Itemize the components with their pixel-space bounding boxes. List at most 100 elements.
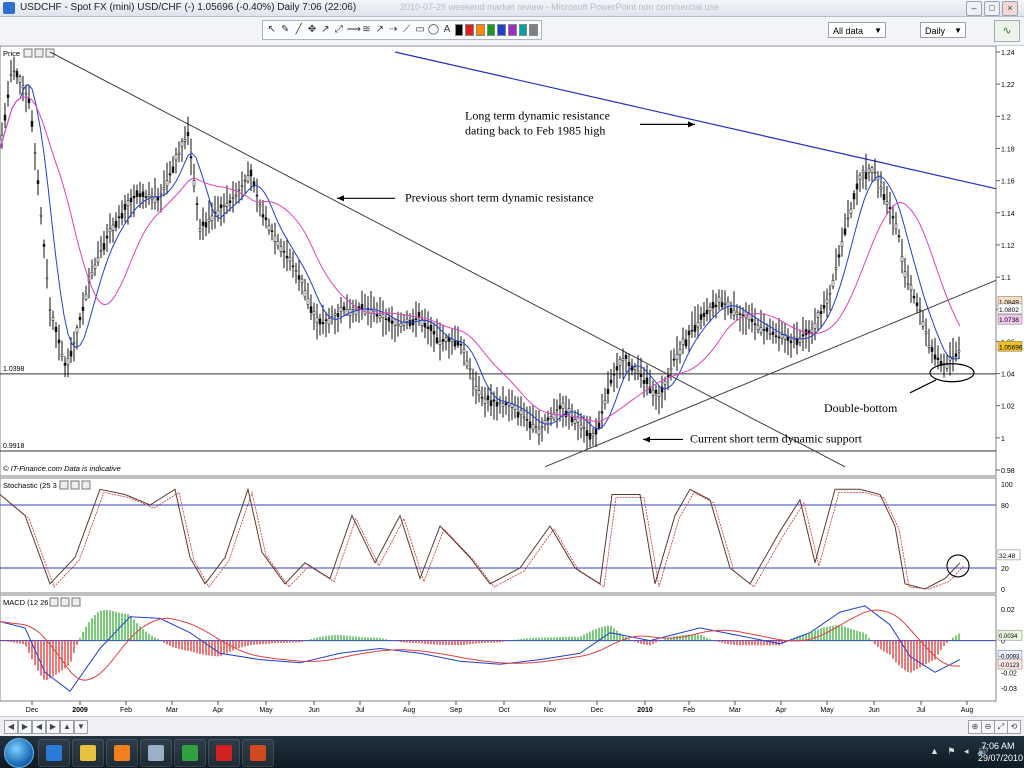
scroll-button-4[interactable]: ▲	[60, 720, 74, 734]
drawing-tool-2-icon[interactable]: ╱	[293, 23, 304, 37]
color-swatch-0[interactable]	[454, 24, 464, 36]
price-bar-body	[6, 94, 10, 98]
drawing-tool-5-icon[interactable]: ⤢	[333, 23, 344, 37]
price-bar-body	[243, 180, 247, 182]
price-bar-body	[906, 283, 910, 285]
stochastic-pane: Stochastic (25 3 3) 100 80 20 0 32.48	[0, 477, 1021, 594]
macd-close-icon[interactable]	[71, 597, 81, 607]
drawing-tool-10-icon[interactable]: ⟋	[401, 23, 412, 37]
chart-layout-icon[interactable]: ∿	[994, 20, 1020, 42]
price-bar-body	[729, 308, 733, 314]
price-bar-body	[306, 298, 310, 305]
price-bar-body	[453, 341, 457, 347]
price-bar-body	[48, 308, 52, 311]
drawing-tool-8-icon[interactable]: ↗	[374, 23, 385, 37]
scroll-button-5[interactable]: ▼	[74, 720, 88, 734]
color-swatch-5[interactable]	[508, 24, 517, 36]
drawing-tool-1-icon[interactable]: ✎	[279, 23, 290, 37]
price-bar-body	[558, 405, 562, 409]
x-axis-label: Jun	[868, 707, 879, 714]
price-bar-body	[135, 190, 139, 197]
x-axis-label: Aug	[403, 707, 416, 714]
zoom-button-2[interactable]: ⤢	[994, 720, 1008, 734]
chart-canvas[interactable]: Price © IT-Finance.com Data is indicativ…	[0, 46, 1024, 716]
price-bar-body	[693, 325, 697, 332]
price-bar-body	[534, 426, 538, 428]
price-bar-body	[867, 168, 871, 173]
price-bar-body	[117, 216, 121, 219]
stochastic-maximize-icon[interactable]	[70, 480, 80, 490]
clock-date: 29/07/2010	[978, 753, 1024, 763]
x-axis-label: Apr	[213, 707, 225, 714]
pane-settings-icon[interactable]	[23, 48, 33, 58]
scroll-button-3[interactable]: ▶	[46, 720, 60, 734]
color-swatch-7[interactable]	[529, 24, 539, 36]
price-bar-body	[525, 419, 529, 421]
price-bar-body	[39, 214, 43, 217]
price-bar-body	[849, 208, 853, 214]
drawing-tool-0-icon[interactable]: ↖	[266, 23, 277, 37]
price-axis-label: 1.2	[1001, 114, 1011, 121]
price-bar-body	[162, 187, 166, 190]
annotation-long-term-line-1: Long term dynamic resistance	[465, 109, 610, 123]
price-bar-body	[336, 313, 340, 317]
zoom-button-3[interactable]: ⟲	[1007, 720, 1021, 734]
price-bar-body	[438, 341, 442, 345]
price-bar-body	[240, 185, 244, 187]
drawing-tool-12-icon[interactable]: ◯	[428, 23, 439, 37]
media-player-taskbar-button[interactable]	[106, 739, 138, 767]
macd-current-value: -0.0123	[999, 663, 1020, 669]
price-bar-body	[132, 195, 136, 199]
drawing-tool-6-icon[interactable]: ⟶	[347, 23, 361, 37]
period-select[interactable]: Daily ▼	[920, 22, 966, 38]
price-bar-body	[168, 173, 172, 176]
price-bar-body	[828, 292, 832, 295]
price-bar-body	[399, 323, 403, 327]
price-bar-body	[84, 293, 88, 300]
price-bar-body	[441, 339, 445, 342]
drawing-tool-7-icon[interactable]: ≋	[361, 23, 372, 37]
drawing-tool-13-icon[interactable]: A	[441, 23, 452, 37]
color-swatch-6[interactable]	[518, 24, 528, 36]
macd-maximize-icon[interactable]	[60, 597, 70, 607]
drawing-tool-4-icon[interactable]: ↗	[320, 23, 331, 37]
price-bar-body	[936, 357, 940, 361]
price-bar-body	[894, 223, 898, 230]
internet-explorer-taskbar-button[interactable]	[38, 739, 70, 767]
price-bar-body	[339, 306, 343, 312]
taskbar-clock[interactable]: 7:06 AM 29/07/2010	[978, 740, 1024, 764]
drawing-tool-11-icon[interactable]: ▭	[414, 23, 425, 37]
chevron-down-icon: ▼	[954, 26, 962, 35]
zoom-button-0[interactable]: ⊕	[968, 720, 982, 734]
price-axis-label: 1.22	[1001, 82, 1015, 89]
maximize-button[interactable]: □	[984, 1, 1000, 16]
color-swatch-3[interactable]	[486, 24, 496, 36]
price-bar-body	[69, 350, 73, 357]
close-button[interactable]: ×	[1002, 1, 1018, 16]
calculator-taskbar-button[interactable]	[140, 739, 172, 767]
trading-chart-taskbar-button[interactable]	[174, 739, 206, 767]
color-swatch-4[interactable]	[497, 24, 507, 36]
stochastic-close-icon[interactable]	[81, 480, 91, 490]
pane-maximize-icon[interactable]	[34, 48, 44, 58]
price-bar-body	[825, 298, 829, 304]
price-bar-body	[153, 196, 157, 203]
scroll-button-2[interactable]: ◀	[32, 720, 46, 734]
color-swatch-1[interactable]	[465, 24, 475, 36]
stochastic-settings-icon[interactable]	[59, 480, 69, 490]
range-select[interactable]: All data ▼	[828, 22, 886, 38]
file-explorer-taskbar-button[interactable]	[72, 739, 104, 767]
pdf-reader-taskbar-button[interactable]	[208, 739, 240, 767]
color-swatch-2[interactable]	[476, 24, 485, 36]
scroll-button-0[interactable]: ◀	[4, 720, 18, 734]
price-bar-body	[123, 204, 127, 210]
macd-settings-icon[interactable]	[49, 597, 59, 607]
zoom-button-1[interactable]: ⊖	[981, 720, 995, 734]
scroll-button-1[interactable]: ▶	[18, 720, 32, 734]
minimize-button[interactable]: –	[966, 1, 982, 16]
start-button[interactable]	[4, 738, 34, 768]
powerpoint-taskbar-button[interactable]	[242, 739, 274, 767]
drawing-tool-9-icon[interactable]: ⇢	[388, 23, 399, 37]
drawing-tool-3-icon[interactable]: ✥	[306, 23, 317, 37]
price-bar-body	[303, 290, 307, 298]
